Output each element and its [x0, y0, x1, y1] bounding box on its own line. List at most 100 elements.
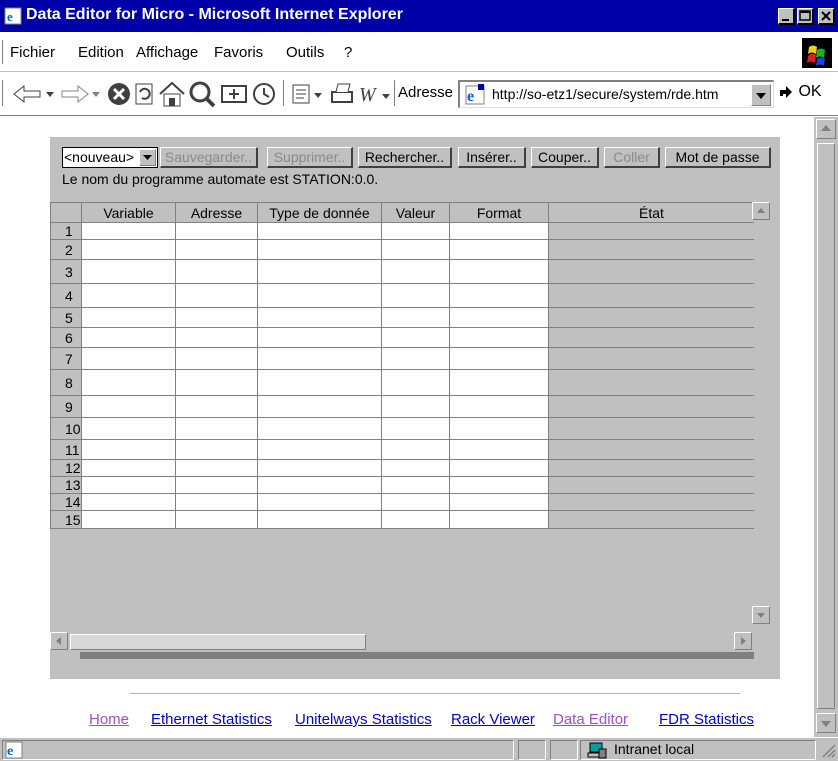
- address-field[interactable]: e http://so-etz1/secure/system/rde.htm: [458, 80, 774, 108]
- resize-grip-icon[interactable]: [820, 742, 836, 758]
- cell-value[interactable]: [381, 476, 450, 494]
- cell-value[interactable]: [381, 369, 450, 396]
- cell-variable[interactable]: [81, 369, 176, 396]
- cell-data-type[interactable]: [257, 259, 382, 284]
- row-number[interactable]: 7: [50, 347, 82, 370]
- grid-scroll-right-button[interactable]: [734, 632, 752, 650]
- cell-data-type[interactable]: [257, 417, 382, 440]
- print-icon[interactable]: [328, 80, 356, 108]
- cell-data-type[interactable]: [257, 493, 382, 511]
- cell-format[interactable]: [449, 395, 549, 418]
- link-fdr-statistics[interactable]: FDR Statistics: [659, 711, 754, 728]
- grid-horizontal-scrollbar[interactable]: [50, 632, 754, 652]
- history-icon[interactable]: [250, 80, 278, 108]
- grid-horizontal-thumb[interactable]: [70, 634, 366, 650]
- home-icon[interactable]: [158, 80, 186, 108]
- grid-scroll-up-button[interactable]: [752, 202, 770, 220]
- cell-address[interactable]: [175, 369, 258, 396]
- cell-state[interactable]: [548, 476, 755, 494]
- cell-variable[interactable]: [81, 283, 176, 308]
- column-header-state[interactable]: État: [548, 202, 755, 223]
- link-ethernet-statistics[interactable]: Ethernet Statistics: [151, 711, 272, 728]
- minimize-button[interactable]: [778, 8, 795, 25]
- cell-data-type[interactable]: [257, 369, 382, 396]
- program-select[interactable]: <nouveau>: [62, 147, 158, 168]
- cell-variable[interactable]: [81, 493, 176, 511]
- cell-format[interactable]: [449, 510, 549, 529]
- cell-data-type[interactable]: [257, 395, 382, 418]
- row-number[interactable]: 6: [50, 327, 82, 348]
- cell-address[interactable]: [175, 239, 258, 260]
- cell-value[interactable]: [381, 395, 450, 418]
- cell-format[interactable]: [449, 307, 549, 328]
- cell-data-type[interactable]: [257, 307, 382, 328]
- maximize-button[interactable]: [797, 8, 814, 25]
- cell-state[interactable]: [548, 369, 755, 396]
- cell-state[interactable]: [548, 347, 755, 370]
- cell-value[interactable]: [381, 283, 450, 308]
- cell-state[interactable]: [548, 459, 755, 477]
- program-select-dropdown[interactable]: [139, 149, 156, 166]
- link-home[interactable]: Home: [89, 711, 129, 728]
- grid-vertical-scrollbar[interactable]: [752, 202, 770, 632]
- cell-value[interactable]: [381, 417, 450, 440]
- row-number[interactable]: 2: [50, 239, 82, 260]
- cell-address[interactable]: [175, 327, 258, 348]
- cell-data-type[interactable]: [257, 327, 382, 348]
- edit-icon[interactable]: W: [358, 80, 394, 108]
- cell-value[interactable]: [381, 259, 450, 284]
- row-number[interactable]: 8: [50, 369, 82, 396]
- cell-state[interactable]: [548, 259, 755, 284]
- page-scroll-down-button[interactable]: [816, 713, 836, 733]
- cell-state[interactable]: [548, 327, 755, 348]
- cell-value[interactable]: [381, 327, 450, 348]
- cell-format[interactable]: [449, 347, 549, 370]
- cell-address[interactable]: [175, 476, 258, 494]
- paste-button[interactable]: Coller: [604, 147, 660, 168]
- cell-format[interactable]: [449, 283, 549, 308]
- search-button[interactable]: Rechercher..: [358, 147, 452, 168]
- cell-variable[interactable]: [81, 327, 176, 348]
- cell-variable[interactable]: [81, 259, 176, 284]
- cell-data-type[interactable]: [257, 476, 382, 494]
- cell-value[interactable]: [381, 347, 450, 370]
- back-icon[interactable]: [10, 80, 60, 108]
- cell-state[interactable]: [548, 222, 755, 240]
- cell-state[interactable]: [548, 439, 755, 460]
- address-dropdown-button[interactable]: [751, 84, 771, 106]
- cell-variable[interactable]: [81, 347, 176, 370]
- save-button[interactable]: Sauvegarder..: [160, 147, 258, 168]
- cell-variable[interactable]: [81, 395, 176, 418]
- menu-help[interactable]: ?: [344, 44, 352, 61]
- go-button[interactable]: OK: [778, 82, 822, 101]
- cell-format[interactable]: [449, 259, 549, 284]
- cell-state[interactable]: [548, 493, 755, 511]
- forward-icon[interactable]: [60, 80, 106, 108]
- delete-button[interactable]: Supprimer..: [267, 147, 353, 168]
- cut-button[interactable]: Couper..: [531, 147, 599, 168]
- mail-icon[interactable]: [290, 80, 326, 108]
- cell-address[interactable]: [175, 222, 258, 240]
- link-unitelways-statistics[interactable]: Unitelways Statistics: [295, 711, 432, 728]
- cell-format[interactable]: [449, 327, 549, 348]
- cell-variable[interactable]: [81, 459, 176, 477]
- cell-state[interactable]: [548, 417, 755, 440]
- cell-value[interactable]: [381, 307, 450, 328]
- cell-address[interactable]: [175, 307, 258, 328]
- menu-favoris[interactable]: Favoris: [214, 44, 263, 61]
- cell-value[interactable]: [381, 493, 450, 511]
- cell-variable[interactable]: [81, 417, 176, 440]
- cell-format[interactable]: [449, 222, 549, 240]
- cell-variable[interactable]: [81, 239, 176, 260]
- cell-variable[interactable]: [81, 476, 176, 494]
- stop-icon[interactable]: [106, 80, 132, 108]
- row-number[interactable]: 14: [50, 493, 82, 511]
- cell-address[interactable]: [175, 395, 258, 418]
- row-number[interactable]: 13: [50, 476, 82, 494]
- page-scroll-thumb[interactable]: [817, 143, 835, 709]
- cell-format[interactable]: [449, 369, 549, 396]
- column-header-address[interactable]: Adresse: [175, 202, 258, 223]
- search-icon[interactable]: [188, 80, 216, 108]
- cell-variable[interactable]: [81, 222, 176, 240]
- cell-variable[interactable]: [81, 307, 176, 328]
